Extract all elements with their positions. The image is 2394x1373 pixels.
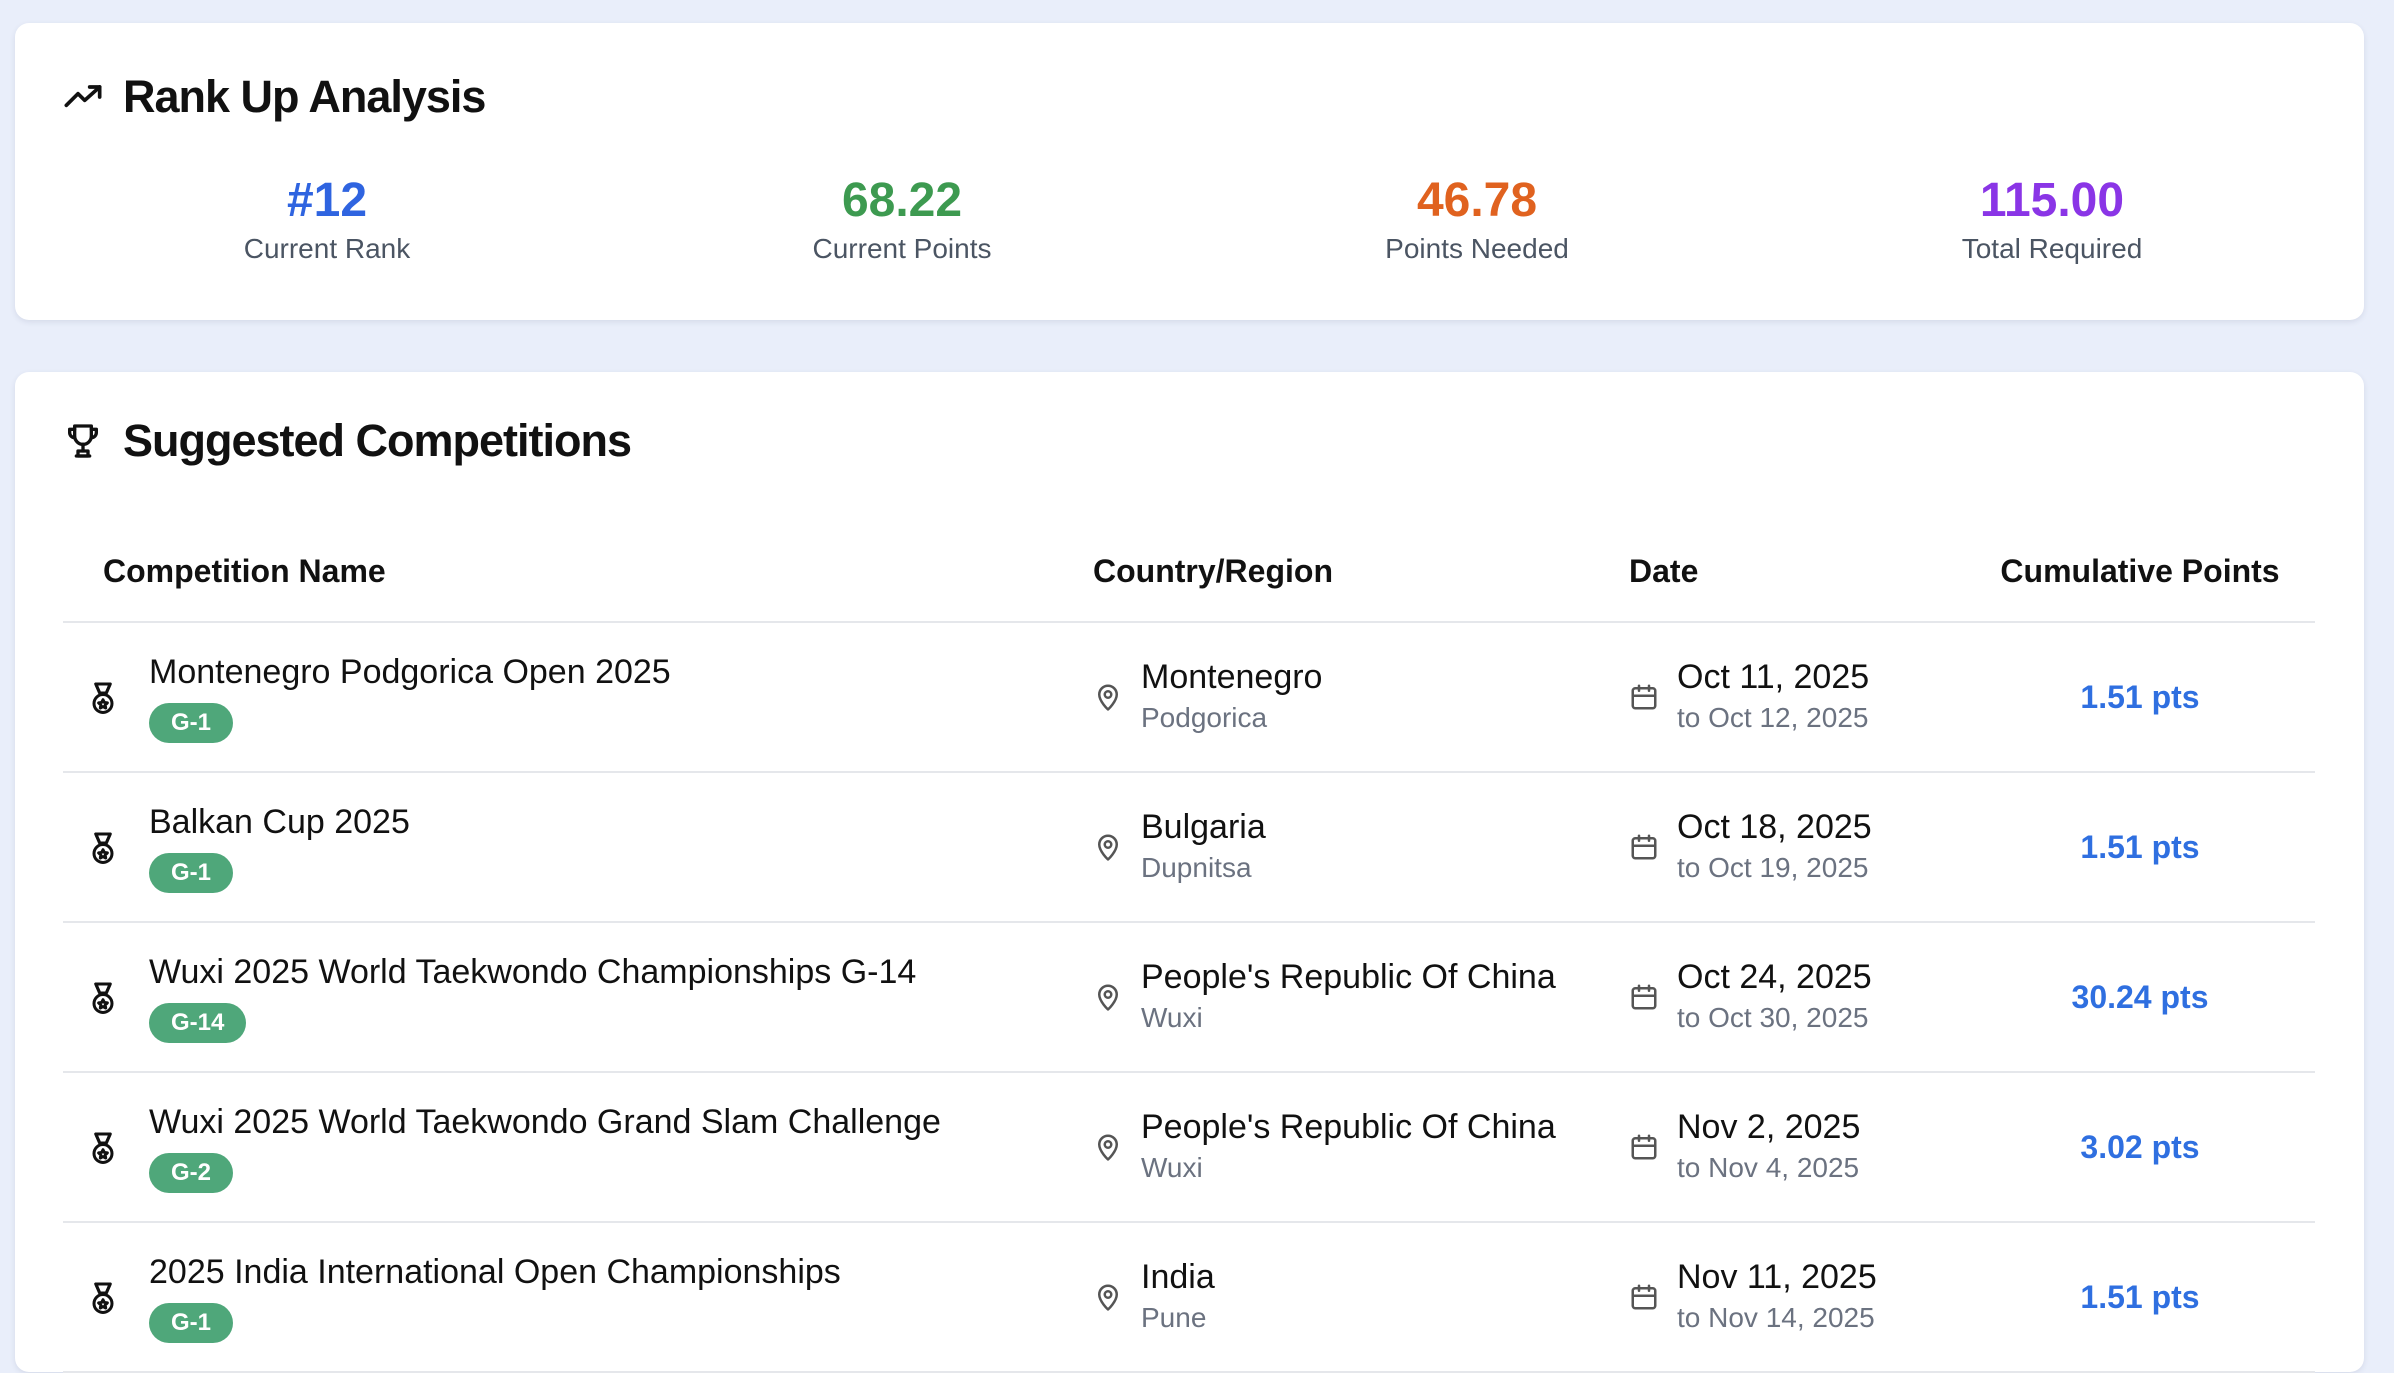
- cumulative-points: 1.51 pts: [1965, 772, 2315, 923]
- column-header-name[interactable]: Competition Name: [63, 522, 1093, 623]
- medal-icon: [92, 832, 114, 864]
- table-row[interactable]: 2025 India International Open Championsh…: [63, 1222, 2315, 1373]
- location-cell: People's Republic Of China Wuxi: [1093, 922, 1629, 1073]
- competitions-table: Competition Name Country/Region Date Cum…: [63, 522, 2315, 1373]
- cumulative-points: 30.24 pts: [1965, 922, 2315, 1073]
- location-cell: Bulgaria Dupnitsa: [1093, 772, 1629, 923]
- date-cell: Oct 11, 2025 to Oct 12, 2025: [1629, 622, 1965, 773]
- city-name: Dupnitsa: [1141, 852, 1252, 883]
- city-name: Wuxi: [1141, 1152, 1203, 1183]
- stat-label: Current Rank: [243, 233, 411, 264]
- country-name: India: [1141, 1258, 1215, 1296]
- trophy-icon: [63, 421, 103, 461]
- medal-icon: [92, 682, 114, 714]
- city-name: Pune: [1141, 1302, 1207, 1333]
- competition-name[interactable]: Montenegro Podgorica Open 2025: [149, 651, 671, 693]
- column-header-points[interactable]: Cumulative Points: [1965, 522, 2315, 623]
- start-date: Nov 2, 2025: [1677, 1108, 1861, 1146]
- competition-name[interactable]: Balkan Cup 2025: [149, 801, 410, 843]
- map-pin-icon: [1098, 834, 1118, 861]
- competition-name[interactable]: 2025 India International Open Championsh…: [149, 1251, 841, 1293]
- calendar-icon: [1631, 1284, 1657, 1310]
- map-pin-icon: [1098, 1134, 1118, 1161]
- name-cell: Montenegro Podgorica Open 2025 G-1: [63, 622, 1093, 773]
- suggested-competitions-card: Suggested Competitions Competition Name …: [15, 372, 2364, 1373]
- city-name: Podgorica: [1141, 702, 1268, 733]
- table-row[interactable]: Balkan Cup 2025 G-1 Bulgaria Dupnitsa Oc…: [63, 772, 2315, 923]
- cumulative-points: 1.51 pts: [1965, 1222, 2315, 1373]
- location-cell: People's Republic Of China Wuxi: [1093, 1072, 1629, 1223]
- date-cell: Oct 18, 2025 to Oct 19, 2025: [1629, 772, 1965, 923]
- stat-label: Current Points: [812, 233, 992, 264]
- competitions-header: Suggested Competitions: [63, 415, 632, 467]
- cumulative-points: 3.02 pts: [1965, 1072, 2315, 1223]
- country-name: People's Republic Of China: [1141, 1108, 1556, 1146]
- column-header-date[interactable]: Date: [1629, 522, 1965, 623]
- stat-value: 68.22: [841, 174, 963, 227]
- table-row[interactable]: Wuxi 2025 World Taekwondo Championships …: [63, 922, 2315, 1073]
- start-date: Oct 24, 2025: [1677, 958, 1872, 996]
- column-header-country[interactable]: Country/Region: [1093, 522, 1629, 623]
- name-cell: Wuxi 2025 World Taekwondo Championships …: [63, 922, 1093, 1073]
- stat-current-rank: #12 Current Rank: [77, 173, 577, 265]
- stat-label: Total Required: [1961, 233, 2143, 264]
- rank-up-card: Rank Up Analysis #12 Current Rank 68.22 …: [15, 23, 2364, 320]
- end-date: to Nov 14, 2025: [1677, 1302, 1875, 1333]
- rank-up-title: Rank Up Analysis: [123, 71, 486, 122]
- calendar-icon: [1631, 984, 1657, 1010]
- stat-points-needed: 46.78 Points Needed: [1227, 173, 1727, 265]
- grade-badge: G-1: [149, 1303, 234, 1343]
- country-name: Montenegro: [1141, 658, 1323, 696]
- stat-value: 115.00: [1979, 174, 2125, 227]
- stat-current-points: 68.22 Current Points: [652, 173, 1152, 265]
- map-pin-icon: [1098, 1284, 1118, 1311]
- name-cell: 2025 India International Open Championsh…: [63, 1222, 1093, 1373]
- calendar-icon: [1631, 1134, 1657, 1160]
- rank-up-header: Rank Up Analysis: [63, 71, 486, 123]
- date-cell: Oct 24, 2025 to Oct 30, 2025: [1629, 922, 1965, 1073]
- end-date: to Oct 19, 2025: [1677, 852, 1869, 883]
- cumulative-points: 1.51 pts: [1965, 622, 2315, 773]
- city-name: Wuxi: [1141, 1002, 1203, 1033]
- grade-badge: G-2: [149, 1153, 234, 1193]
- name-cell: Wuxi 2025 World Taekwondo Grand Slam Cha…: [63, 1072, 1093, 1223]
- table-row[interactable]: Wuxi 2025 World Taekwondo Grand Slam Cha…: [63, 1072, 2315, 1223]
- medal-icon: [92, 1282, 114, 1314]
- competitions-title: Suggested Competitions: [123, 415, 632, 466]
- calendar-icon: [1631, 684, 1657, 710]
- country-name: People's Republic Of China: [1141, 958, 1556, 996]
- stat-total-required: 115.00 Total Required: [1802, 173, 2302, 265]
- table-row[interactable]: Montenegro Podgorica Open 2025 G-1 Monte…: [63, 622, 2315, 773]
- table-header-row: Competition Name Country/Region Date Cum…: [63, 522, 2315, 623]
- location-cell: India Pune: [1093, 1222, 1629, 1373]
- stat-value: #12: [286, 174, 368, 227]
- start-date: Oct 11, 2025: [1677, 658, 1870, 696]
- competition-name[interactable]: Wuxi 2025 World Taekwondo Championships …: [149, 951, 916, 993]
- grade-badge: G-14: [149, 1003, 247, 1043]
- calendar-icon: [1631, 834, 1657, 860]
- stat-value: 46.78: [1416, 174, 1538, 227]
- stat-label: Points Needed: [1385, 233, 1569, 264]
- grade-badge: G-1: [149, 703, 234, 743]
- trending-up-icon: [63, 77, 103, 117]
- map-pin-icon: [1098, 984, 1118, 1011]
- grade-badge: G-1: [149, 853, 234, 893]
- end-date: to Oct 30, 2025: [1677, 1002, 1869, 1033]
- end-date: to Oct 12, 2025: [1677, 702, 1869, 733]
- date-cell: Nov 11, 2025 to Nov 14, 2025: [1629, 1222, 1965, 1373]
- location-cell: Montenegro Podgorica: [1093, 622, 1629, 773]
- name-cell: Balkan Cup 2025 G-1: [63, 772, 1093, 923]
- end-date: to Nov 4, 2025: [1677, 1152, 1860, 1183]
- start-date: Oct 18, 2025: [1677, 808, 1872, 846]
- medal-icon: [92, 1132, 114, 1164]
- competition-name[interactable]: Wuxi 2025 World Taekwondo Grand Slam Cha…: [149, 1101, 941, 1143]
- start-date: Nov 11, 2025: [1677, 1258, 1877, 1296]
- map-pin-icon: [1098, 684, 1118, 711]
- country-name: Bulgaria: [1141, 808, 1266, 846]
- date-cell: Nov 2, 2025 to Nov 4, 2025: [1629, 1072, 1965, 1223]
- medal-icon: [92, 982, 114, 1014]
